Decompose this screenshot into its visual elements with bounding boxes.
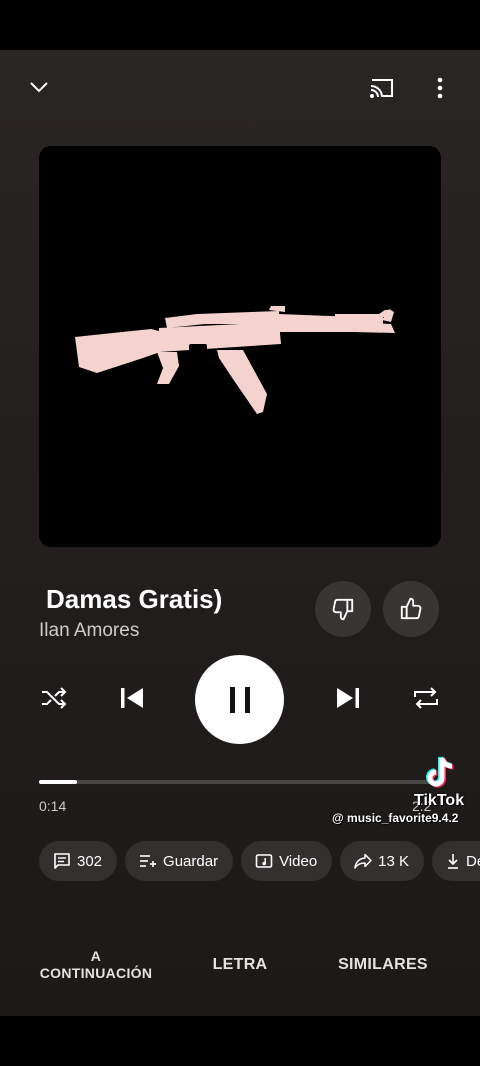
previous-track-button[interactable] <box>112 678 152 718</box>
tab-lyrics-label: LETRA <box>212 956 268 973</box>
song-title: Damas Gratis) <box>46 584 223 614</box>
thumbs-down-icon <box>332 598 354 621</box>
repeat-icon <box>414 687 438 709</box>
video-icon <box>255 854 273 868</box>
tab-lyrics[interactable]: LETRA <box>190 935 290 995</box>
chevron-down-icon <box>30 82 48 93</box>
comments-count: 302 <box>77 852 103 870</box>
artist-name[interactable]: Ilan Amores <box>39 620 139 642</box>
progress-bar[interactable] <box>39 780 441 784</box>
player-screen: Damas Gratis) Ilan Amores 0:14 2:2 TikTo… <box>0 50 480 1016</box>
tab-up-next-label: A CONTINUACIÓN <box>39 948 153 981</box>
shuffle-button[interactable] <box>34 678 74 718</box>
download-label: De <box>466 852 480 870</box>
share-icon <box>354 853 372 869</box>
rifle-silhouette-image <box>75 306 395 414</box>
save-chip[interactable]: Guardar <box>125 841 234 881</box>
video-label: Video <box>279 852 318 870</box>
comment-icon <box>54 853 70 869</box>
progress-fill <box>39 780 78 784</box>
download-icon <box>448 854 459 869</box>
play-pause-button[interactable] <box>195 655 284 744</box>
add-to-playlist-icon <box>140 855 157 867</box>
save-label: Guardar <box>163 852 219 870</box>
tab-related[interactable]: SIMILARES <box>320 935 446 995</box>
bottom-tabs: A CONTINUACIÓN LETRA SIMILARES <box>0 935 480 1005</box>
tiktok-watermark-handle: @ music_favorite9.4.2 <box>332 811 459 825</box>
dislike-button[interactable] <box>315 581 371 637</box>
skip-next-icon <box>337 688 359 708</box>
tiktok-watermark-brand: TikTok <box>414 792 465 809</box>
share-count: 13 K <box>378 852 410 870</box>
pause-icon <box>229 686 250 713</box>
cast-icon <box>370 79 393 98</box>
collapse-player-button[interactable] <box>20 70 58 104</box>
share-chip[interactable]: 13 K <box>340 841 425 881</box>
skip-previous-icon <box>121 688 143 708</box>
album-artwork <box>39 146 441 547</box>
video-chip[interactable]: Video <box>241 841 333 881</box>
action-chips-row: 302 Guardar Video 13 K D <box>39 841 480 881</box>
elapsed-time: 0:14 <box>39 798 67 814</box>
next-track-button[interactable] <box>328 678 368 718</box>
more-vert-icon <box>437 77 443 99</box>
tiktok-logo-icon <box>426 756 454 788</box>
download-chip[interactable]: De <box>432 841 480 881</box>
shuffle-icon <box>42 687 67 709</box>
repeat-button[interactable] <box>406 678 446 718</box>
like-button[interactable] <box>383 581 439 637</box>
comments-chip[interactable]: 302 <box>39 841 118 881</box>
tab-related-label: SIMILARES <box>338 956 428 973</box>
thumbs-up-icon <box>400 597 422 620</box>
more-options-button[interactable] <box>424 70 456 106</box>
cast-button[interactable] <box>362 70 402 106</box>
tab-up-next[interactable]: A CONTINUACIÓN <box>30 935 162 995</box>
